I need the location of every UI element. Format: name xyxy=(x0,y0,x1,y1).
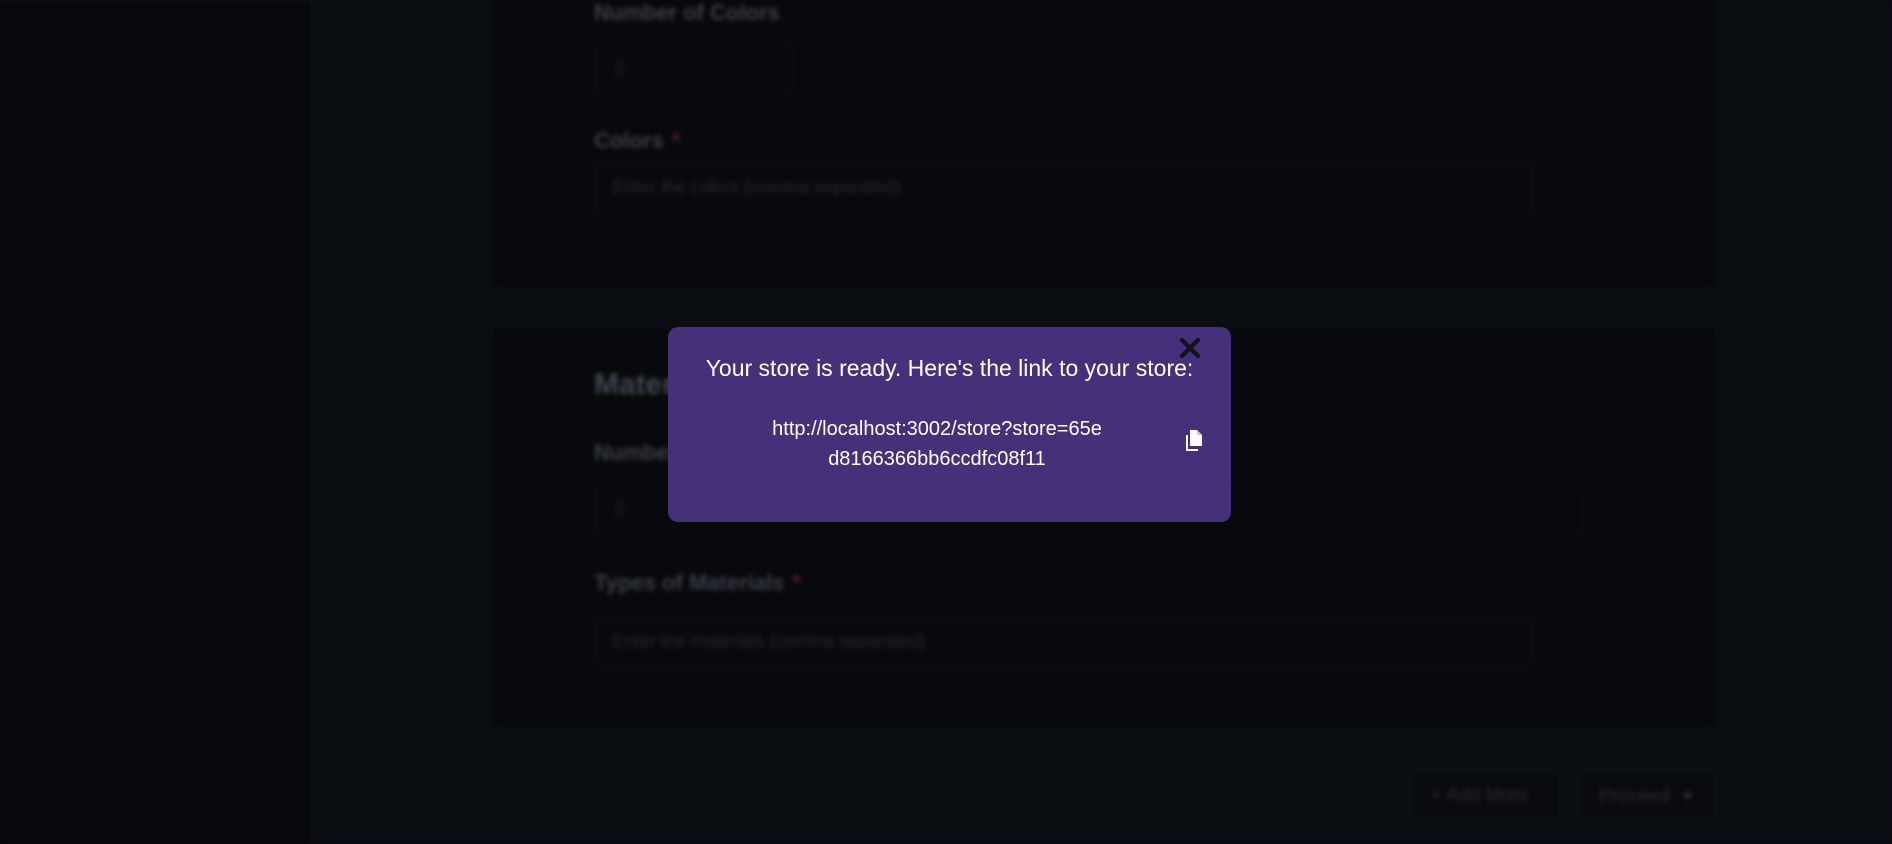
copy-link-button[interactable] xyxy=(1182,429,1206,457)
modal-title: Your store is ready. Here's the link to … xyxy=(705,355,1194,381)
store-link[interactable]: http://localhost:3002/store?store=65ed81… xyxy=(768,414,1106,474)
copy-icon xyxy=(1184,429,1204,458)
store-ready-modal: Your store is ready. Here's the link to … xyxy=(668,327,1231,522)
